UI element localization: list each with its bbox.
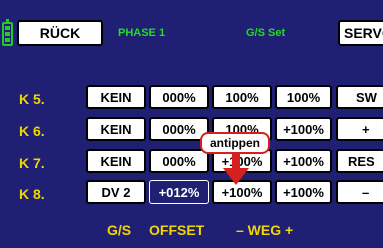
- servo-button[interactable]: SERVO: [338, 20, 383, 46]
- minus-button[interactable]: –: [336, 180, 383, 204]
- offset-k8-field[interactable]: +012%: [149, 180, 209, 204]
- switch-k5-button[interactable]: KEIN: [86, 85, 146, 109]
- channel-label-k5: K 5.: [19, 91, 45, 107]
- weg-minus-k5-field[interactable]: 100%: [212, 85, 272, 109]
- footer-weg-label: – WEG +: [236, 222, 294, 238]
- reset-button[interactable]: RES: [336, 149, 383, 173]
- channel-label-k8: K 8.: [19, 186, 45, 202]
- sw-button[interactable]: SW: [336, 85, 383, 109]
- footer-gs-label: G/S: [107, 222, 132, 238]
- tap-hint-callout: antippen: [200, 132, 270, 154]
- channel-label-k6: K 6.: [19, 123, 45, 139]
- weg-plus-k8-field[interactable]: +100%: [275, 180, 332, 204]
- switch-k7-button[interactable]: KEIN: [86, 149, 146, 173]
- weg-plus-k7-field[interactable]: +100%: [275, 149, 332, 173]
- switch-k6-button[interactable]: KEIN: [86, 117, 146, 141]
- offset-k7-field[interactable]: 000%: [149, 149, 209, 173]
- weg-plus-k5-field[interactable]: 100%: [275, 85, 332, 109]
- switch-k8-button[interactable]: DV 2: [86, 180, 146, 204]
- footer-offset-label: OFFSET: [149, 222, 205, 238]
- menu-title: G/S Set: [246, 27, 286, 39]
- weg-plus-k6-field[interactable]: +100%: [275, 117, 332, 141]
- battery-icon: [2, 19, 13, 46]
- plus-button[interactable]: +: [336, 117, 383, 141]
- phase-label: PHASE 1: [118, 27, 166, 39]
- offset-k5-field[interactable]: 000%: [149, 85, 209, 109]
- channel-label-k7: K 7.: [19, 155, 45, 171]
- arrow-down-icon: [223, 154, 249, 185]
- back-button[interactable]: RÜCK: [17, 20, 103, 46]
